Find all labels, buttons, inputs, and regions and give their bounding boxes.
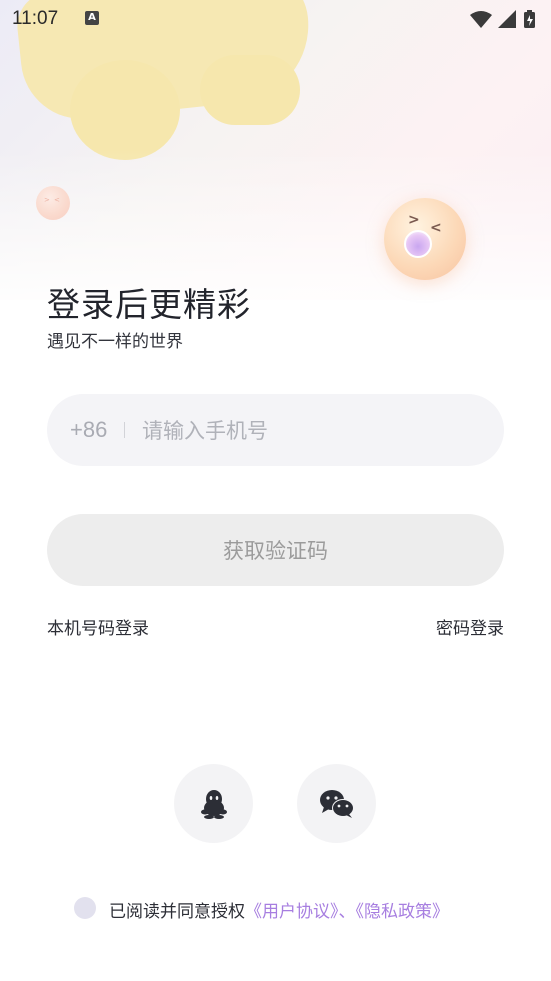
status-icons (470, 10, 535, 28)
status-time: 11:07 (12, 8, 59, 29)
wechat-login-button[interactable] (297, 764, 376, 843)
small-emoji-decoration: > < (36, 186, 70, 220)
phone-input[interactable] (140, 412, 484, 450)
winking-emoji-decoration: > < (384, 198, 466, 280)
battery-icon (524, 10, 535, 28)
wechat-icon (319, 789, 354, 818)
decorative-blob (70, 60, 180, 160)
page-title: 登录后更精彩 (47, 285, 251, 324)
divider (124, 422, 125, 438)
agreement-text: 已阅读并同意授权《用户协议》、《隐私政策》 (109, 897, 449, 922)
agreement-prefix: 已阅读并同意授权 (109, 902, 245, 922)
page-subtitle: 遇见不一样的世界 (47, 332, 183, 352)
password-login-link[interactable]: 密码登录 (436, 614, 504, 639)
wifi-icon (470, 11, 492, 28)
local-number-login-link[interactable]: 本机号码登录 (47, 614, 149, 639)
agreement-checkbox[interactable] (74, 897, 96, 919)
status-bar: 11:07 A (0, 0, 551, 38)
user-agreement-link[interactable]: 《用户协议》 (245, 902, 339, 922)
agreement-separator: 、 (338, 902, 356, 922)
notification-icon: A (85, 11, 99, 25)
qq-login-button[interactable] (174, 764, 253, 843)
qq-icon (200, 789, 227, 819)
signal-icon (498, 10, 516, 28)
phone-field[interactable]: +86 (47, 394, 504, 466)
country-code[interactable]: +86 (70, 417, 107, 443)
get-code-button[interactable]: 获取验证码 (47, 514, 504, 586)
privacy-policy-link[interactable]: 《隐私政策》 (356, 902, 450, 922)
decorative-blob (200, 55, 300, 125)
